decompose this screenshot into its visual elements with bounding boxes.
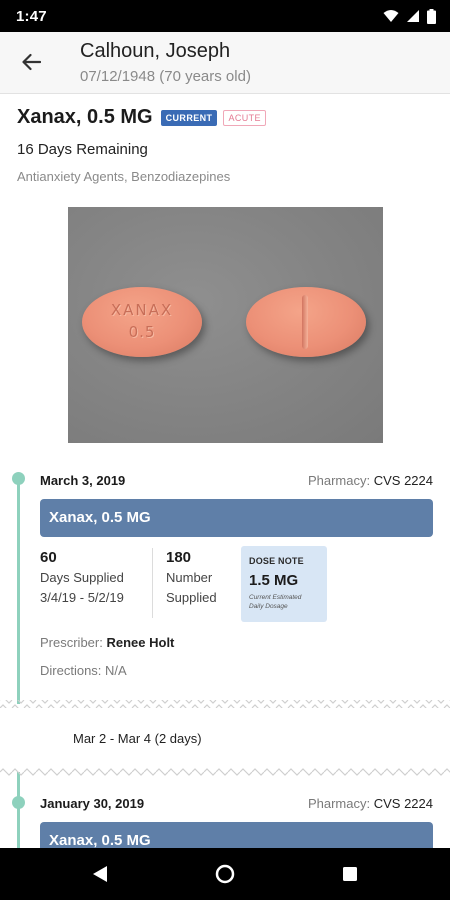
nav-home-icon	[215, 864, 235, 884]
status-time: 1:47	[16, 7, 47, 25]
timeline-line	[17, 478, 20, 704]
entry-banner[interactable]: Xanax, 0.5 MG	[40, 499, 433, 537]
medication-title-row: Xanax, 0.5 MG CURRENT ACUTE	[17, 106, 266, 129]
pill-scored	[246, 287, 366, 357]
prescriber-name: Renee Holt	[106, 635, 175, 650]
back-arrow-icon	[22, 53, 41, 71]
pill-image: XANAX 0.5	[68, 207, 383, 443]
pharmacy-name: CVS 2224	[373, 796, 433, 811]
days-supplied-label: Days Supplied 3/4/19 - 5/2/19	[40, 568, 124, 608]
nav-back-button[interactable]	[70, 848, 130, 900]
navigation-bar	[0, 848, 450, 900]
days-supplied-value: 60	[40, 549, 57, 566]
pill-imprint-line2: 0.5	[128, 323, 156, 341]
pill-imprint-line1: XANAX	[110, 301, 174, 319]
dose-note-caption: Current Estimated Daily Dosage	[249, 593, 327, 611]
current-badge: CURRENT	[160, 109, 218, 126]
status-bar: 1:47	[0, 0, 450, 32]
directions-line: Directions: N/A	[40, 663, 127, 678]
signal-icon	[407, 10, 419, 22]
pharmacy-label: Pharmacy:	[307, 473, 371, 488]
directions-label: Directions:	[40, 663, 102, 678]
gap-text: Mar 2 - Mar 4 (2 days)	[73, 731, 202, 746]
nav-recents-button[interactable]	[320, 848, 380, 900]
prescriber-label: Prescriber:	[40, 635, 103, 650]
dose-note-caption-line2: Daily Dosage	[249, 603, 288, 610]
number-supplied-value: 180	[166, 549, 192, 566]
dose-note-card: DOSE NOTE 1.5 MG Current Estimated Daily…	[241, 546, 327, 622]
entry-date: January 30, 2019	[40, 796, 145, 811]
pharmacy-name: CVS 2224	[373, 473, 433, 488]
number-supplied-label: Number Supplied	[166, 568, 217, 608]
nav-back-icon	[93, 866, 107, 882]
timeline-dot	[12, 472, 25, 485]
pharmacy-label: Pharmacy:	[307, 796, 371, 811]
directions-value: N/A	[105, 663, 127, 678]
pill-score-line	[302, 295, 308, 349]
patient-dob: 07/12/1948 (70 years old)	[80, 68, 251, 85]
drug-class: Antianxiety Agents, Benzodiazepines	[17, 169, 231, 184]
dose-note-caption-line1: Current Estimated	[249, 594, 302, 601]
days-supplied-label-line1: Days Supplied	[40, 570, 124, 585]
days-remaining: 16 Days Remaining	[17, 141, 148, 158]
stat-divider	[152, 548, 153, 618]
number-supplied-label-line1: Number	[166, 570, 213, 585]
days-supplied-range: 3/4/19 - 5/2/19	[40, 590, 124, 605]
gap-separator	[0, 700, 450, 776]
wifi-icon	[383, 10, 399, 22]
status-icons	[383, 8, 436, 24]
nav-home-button[interactable]	[195, 848, 255, 900]
prescriber-line: Prescriber: Renee Holt	[40, 635, 174, 650]
dose-note-value: 1.5 MG	[249, 572, 299, 589]
pill-imprinted: XANAX 0.5	[82, 287, 202, 357]
entry-pharmacy: Pharmacy: CVS 2224	[308, 796, 433, 811]
back-button[interactable]	[12, 45, 50, 79]
medication-title: Xanax, 0.5 MG	[17, 106, 153, 128]
dose-note-label: DOSE NOTE	[249, 556, 304, 566]
entry-date: March 3, 2019	[40, 473, 126, 488]
acute-badge: ACUTE	[223, 109, 266, 126]
number-supplied-label-line2: Supplied	[166, 590, 217, 605]
patient-name: Calhoun, Joseph	[80, 40, 231, 62]
app-header: Calhoun, Joseph 07/12/1948 (70 years old…	[0, 32, 450, 94]
nav-recents-icon	[343, 867, 357, 881]
battery-icon	[427, 8, 436, 24]
timeline-dot	[12, 796, 25, 809]
entry-pharmacy: Pharmacy: CVS 2224	[308, 473, 433, 488]
